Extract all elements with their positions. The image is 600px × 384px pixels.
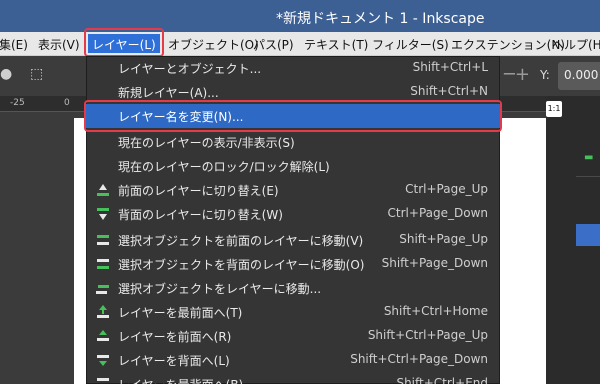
menu-item-label: 新規レイヤー(A)... <box>118 86 219 100</box>
move-to-layer-below-icon <box>97 259 109 269</box>
plus-minus-icon: ─+ <box>504 64 530 85</box>
menu-item-layers-and-objects[interactable]: レイヤーとオブジェクト... Shift+Ctrl+L <box>86 56 500 80</box>
menu-item-label: 選択オブジェクトを前面のレイヤーに移動(V) <box>118 234 364 248</box>
menu-item-label: レイヤーを前面へ(R) <box>118 330 232 344</box>
menu-edit[interactable]: 集(E) <box>0 36 28 53</box>
menu-item-move-to-layer[interactable]: 選択オブジェクトをレイヤーに移動... <box>86 276 500 300</box>
menu-item-toggle-layer-lock[interactable]: 現在のレイヤーのロック/ロック解除(L) <box>86 154 500 178</box>
menu-item-shortcut: Shift+Ctrl+End <box>396 376 488 384</box>
layer-lower-icon <box>97 355 109 366</box>
menu-item-shortcut: Ctrl+Page_Up <box>405 182 488 196</box>
menu-item-toggle-layer-visibility[interactable]: 現在のレイヤーの表示/非表示(S) <box>86 130 500 154</box>
menu-item-label: レイヤーとオブジェクト... <box>118 62 262 76</box>
menu-object[interactable]: オブジェクト(O) <box>168 36 259 53</box>
menu-item-label: 前面のレイヤーに切り替え(E) <box>118 184 279 198</box>
menu-item-shortcut: Shift+Page_Down <box>381 256 488 270</box>
menu-item-shortcut: Shift+Ctrl+L <box>412 60 488 74</box>
zoom-1-1-button[interactable]: 1:1 <box>546 101 562 117</box>
menu-item-layer-to-bottom[interactable]: レイヤーを最背面へ(B) Shift+Ctrl+End <box>86 372 500 384</box>
menu-item-raise-layer[interactable]: レイヤーを前面へ(R) Shift+Ctrl+Page_Up <box>86 324 500 348</box>
menu-item-switch-to-layer-below[interactable]: 背面のレイヤーに切り替え(W) Ctrl+Page_Down <box>86 202 500 226</box>
menu-item-move-to-layer-below[interactable]: 選択オブジェクトを背面のレイヤーに移動(O) Shift+Page_Down <box>86 252 500 276</box>
menu-item-layer-to-top[interactable]: レイヤーを最前面へ(T) Shift+Ctrl+Home <box>86 300 500 324</box>
menu-text[interactable]: テキスト(T) <box>304 36 368 53</box>
menu-item-label: レイヤーを最前面へ(T) <box>118 306 243 320</box>
menu-item-shortcut: Shift+Ctrl+Home <box>383 304 488 318</box>
menu-item-label: 選択オブジェクトを背面のレイヤーに移動(O) <box>118 258 365 272</box>
layer-bottom-icon <box>97 378 109 381</box>
y-coordinate-label: Y: <box>540 68 550 82</box>
menu-layer-highlight <box>84 28 164 57</box>
layer-top-icon <box>97 305 109 318</box>
ruler-tick: 0 <box>64 98 70 108</box>
menu-filters[interactable]: フィルター(S) <box>372 36 449 53</box>
rename-layer-highlight <box>84 100 502 132</box>
menu-item-label: 選択オブジェクトをレイヤーに移動... <box>118 282 322 296</box>
menu-view[interactable]: 表示(V) <box>38 36 80 53</box>
menu-item-label: レイヤーを最背面へ(B) <box>118 376 243 384</box>
y-coordinate-input[interactable]: 0.000 <box>558 62 600 90</box>
layer-raise-icon <box>97 330 109 341</box>
menu-item-shortcut: Shift+Page_Up <box>399 232 488 246</box>
move-to-layer-above-icon <box>97 235 109 245</box>
select-box-icon[interactable]: ⬚ <box>30 66 43 82</box>
menu-item-label: 背面のレイヤーに切り替え(W) <box>118 208 283 222</box>
menu-item-shortcut: Shift+Ctrl+Page_Down <box>350 352 488 366</box>
menu-item-shortcut: Shift+Ctrl+N <box>410 84 488 98</box>
layer-down-icon <box>97 208 109 220</box>
panel-layer-icon: ▬ <box>584 152 594 163</box>
snap-icon[interactable]: ● <box>0 66 12 82</box>
menu-extensions[interactable]: エクステンション(N) <box>451 36 565 53</box>
panel-divider <box>576 176 600 177</box>
menu-item-move-to-layer-above[interactable]: 選択オブジェクトを前面のレイヤーに移動(V) Shift+Page_Up <box>86 228 500 252</box>
move-to-layer-icon <box>96 285 109 294</box>
menu-item-lower-layer[interactable]: レイヤーを背面へ(L) Shift+Ctrl+Page_Down <box>86 348 500 372</box>
panel-selected-row[interactable] <box>576 224 600 246</box>
menu-help[interactable]: ヘルプ(H <box>552 36 600 53</box>
menu-item-shortcut: Ctrl+Page_Down <box>387 206 488 220</box>
layer-up-icon <box>97 184 109 196</box>
menu-item-switch-to-layer-above[interactable]: 前面のレイヤーに切り替え(E) Ctrl+Page_Up <box>86 178 500 202</box>
menu-item-label: 現在のレイヤーのロック/ロック解除(L) <box>118 160 330 174</box>
window-title: *新規ドキュメント 1 - Inkscape <box>276 11 485 27</box>
ruler-tick: -25 <box>10 98 25 108</box>
menu-item-label: レイヤーを背面へ(L) <box>118 354 230 368</box>
menu-item-shortcut: Shift+Ctrl+Page_Up <box>367 328 488 342</box>
menu-path[interactable]: パス(P) <box>253 36 294 53</box>
menu-item-label: 現在のレイヤーの表示/非表示(S) <box>118 136 295 150</box>
